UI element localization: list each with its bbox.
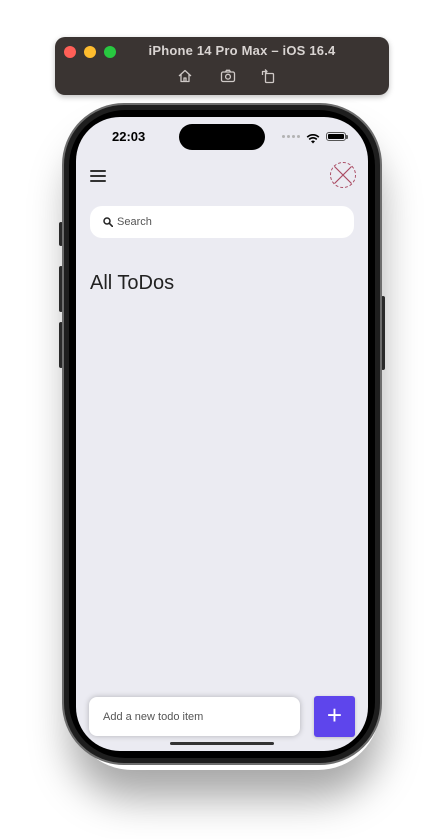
rotate-icon[interactable] xyxy=(259,67,277,85)
search-bar xyxy=(90,206,354,238)
hamburger-menu-icon[interactable] xyxy=(90,169,106,183)
status-time: 22:03 xyxy=(112,129,146,144)
simulator-title: iPhone 14 Pro Max – iOS 16.4 xyxy=(148,43,336,58)
simulator-title-bar: iPhone 14 Pro Max – iOS 16.4 xyxy=(55,37,389,95)
wifi-icon xyxy=(306,131,320,143)
app-screen: 22:03 All ToDos + xyxy=(76,117,368,751)
cellular-signal-icon xyxy=(282,134,300,138)
dynamic-island xyxy=(179,124,265,150)
broken-image-avatar-icon[interactable] xyxy=(330,162,356,188)
new-todo-input[interactable] xyxy=(103,710,288,723)
new-todo-field xyxy=(89,697,300,736)
search-input[interactable] xyxy=(117,216,337,228)
add-todo-button[interactable]: + xyxy=(314,696,355,737)
search-icon xyxy=(103,217,113,227)
battery-icon xyxy=(326,131,348,141)
page-title: All ToDos xyxy=(90,272,175,294)
screenshot-icon[interactable] xyxy=(219,67,237,85)
home-indicator xyxy=(170,742,274,745)
home-icon[interactable] xyxy=(176,67,194,85)
